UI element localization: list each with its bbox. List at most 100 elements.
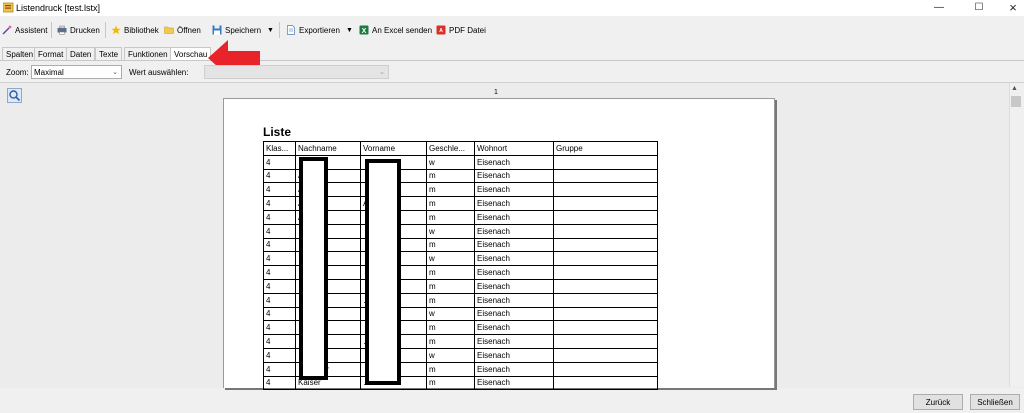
table-cell <box>553 237 658 253</box>
svg-text:X: X <box>362 28 367 35</box>
assistant-button[interactable]: Assistent <box>2 22 47 38</box>
column-header: Wohnort <box>474 141 554 156</box>
list-heading: Liste <box>263 125 292 139</box>
table-cell <box>553 361 658 377</box>
tab-texte[interactable]: Texte <box>95 47 123 61</box>
app-icon <box>3 2 14 13</box>
save-dropdown-arrow[interactable]: ▼ <box>267 22 274 38</box>
tab-spalten[interactable]: Spalten <box>2 47 38 61</box>
send-to-excel-button[interactable]: X An Excel senden <box>359 22 432 38</box>
table-cell: m <box>426 334 475 349</box>
svg-text:A: A <box>439 28 443 34</box>
table-cell: m <box>426 196 475 211</box>
table-cell: m <box>426 361 475 377</box>
maximize-button[interactable]: ☐ <box>962 0 996 16</box>
library-button[interactable]: Bibliothek <box>111 22 159 38</box>
table-cell: 4 <box>263 265 296 280</box>
back-button[interactable]: Zurück <box>913 394 963 410</box>
zoom-label: Zoom: <box>6 68 29 77</box>
scrollbar-thumb[interactable] <box>1011 96 1021 107</box>
table-cell: m <box>426 375 475 391</box>
table-cell: m <box>426 209 475 225</box>
table-header-row: Klas... Nachname Vorname Geschle... Wohnort G… <box>263 141 658 156</box>
table-cell: Eisenach <box>474 292 554 308</box>
star-icon <box>111 25 121 35</box>
table-cell: 4 <box>263 278 296 294</box>
table-cell: m <box>426 278 475 294</box>
value-select[interactable]: ⌄ <box>204 65 389 79</box>
column-header: Nachname <box>295 141 361 156</box>
table-cell: 4 <box>263 347 296 363</box>
table-cell <box>553 182 658 198</box>
table-cell: 4 <box>263 154 296 170</box>
table-cell <box>553 209 658 225</box>
chevron-down-icon: ⌄ <box>112 69 118 76</box>
floppy-disk-icon <box>212 25 222 35</box>
column-header: Vorname <box>360 141 427 156</box>
table-cell: 4 <box>263 223 296 239</box>
table-cell <box>553 320 658 336</box>
pdf-icon: A <box>436 25 446 35</box>
chevron-down-icon: ⌄ <box>379 69 385 76</box>
printer-icon <box>57 25 67 35</box>
table-cell: Eisenach <box>474 278 554 294</box>
close-button[interactable]: Schließen <box>970 394 1020 410</box>
table-cell: 4 <box>263 306 296 322</box>
table-cell: 4 <box>263 334 296 349</box>
table-cell <box>553 375 658 391</box>
table-cell: 4 <box>263 375 296 391</box>
table-cell: 4 <box>263 361 296 377</box>
table-cell: Eisenach <box>474 196 554 211</box>
title-bar <box>0 0 1024 16</box>
value-select-label: Wert auswählen: <box>129 68 189 77</box>
scroll-up-arrow[interactable]: ▲ <box>1011 85 1018 92</box>
page-number: 1 <box>494 89 498 96</box>
table-cell: w <box>426 223 475 239</box>
tab-daten[interactable]: Daten <box>66 47 96 61</box>
table-cell <box>553 292 658 308</box>
table-cell: 4 <box>263 251 296 267</box>
redaction-box-firstname <box>365 159 401 385</box>
table-cell: m <box>426 265 475 280</box>
tab-funktionen[interactable]: Funktionen <box>124 47 172 61</box>
table-cell: m <box>426 168 475 184</box>
minimize-button[interactable]: — <box>922 0 956 16</box>
pdf-button[interactable]: A PDF Datei <box>436 22 486 38</box>
table-cell: Eisenach <box>474 306 554 322</box>
column-header: Klas... <box>263 141 296 156</box>
table-cell: w <box>426 347 475 363</box>
magnifier-icon <box>9 90 21 102</box>
window-title: Listendruck [test.lstx] <box>16 3 101 13</box>
save-button[interactable]: Speichern <box>212 22 261 38</box>
table-cell: 4 <box>263 168 296 184</box>
table-cell: 4 <box>263 209 296 225</box>
tab-format[interactable]: Format <box>34 47 68 61</box>
table-cell: Eisenach <box>474 251 554 267</box>
table-cell: Eisenach <box>474 375 554 391</box>
table-cell <box>553 251 658 267</box>
table-cell: 4 <box>263 320 296 336</box>
zoom-select[interactable]: Maximal ⌄ <box>31 65 122 79</box>
table-cell: 4 <box>263 196 296 211</box>
print-button[interactable]: Drucken <box>57 22 100 38</box>
table-cell <box>553 154 658 170</box>
close-window-button[interactable]: × <box>996 0 1024 16</box>
table-cell: Eisenach <box>474 223 554 239</box>
export-dropdown-arrow[interactable]: ▼ <box>346 22 353 38</box>
column-header: Gruppe <box>553 141 658 156</box>
table-cell <box>553 347 658 363</box>
open-button[interactable]: Öffnen <box>164 22 201 38</box>
table-cell: Eisenach <box>474 237 554 253</box>
vertical-scrollbar[interactable] <box>1009 83 1024 387</box>
export-document-icon <box>287 25 295 35</box>
table-cell: Eisenach <box>474 154 554 170</box>
wand-icon <box>2 25 12 35</box>
zoom-tool-button[interactable] <box>7 88 22 103</box>
table-cell: Eisenach <box>474 361 554 377</box>
table-cell: Eisenach <box>474 334 554 349</box>
table-cell <box>553 265 658 280</box>
table-cell <box>553 334 658 349</box>
table-cell <box>553 196 658 211</box>
table-cell: w <box>426 306 475 322</box>
export-button[interactable]: Exportieren <box>286 22 340 38</box>
